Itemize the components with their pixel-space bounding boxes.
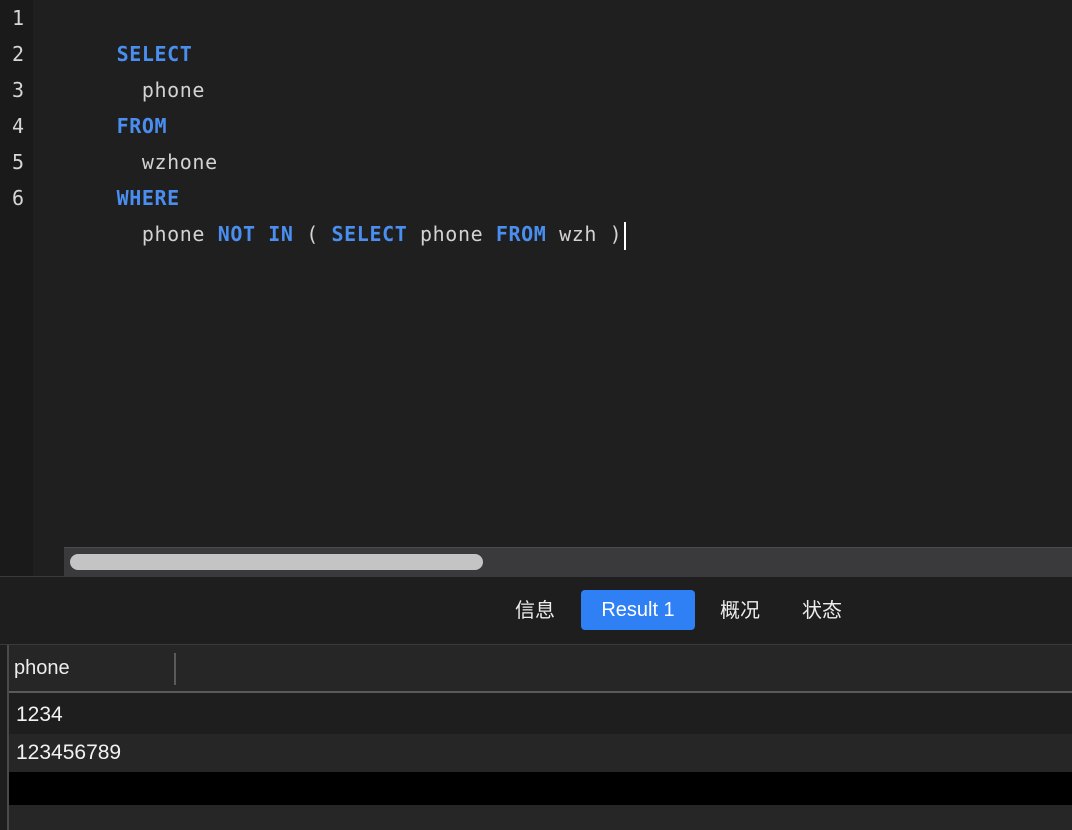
line-number-gutter: 1 2 3 4 5 6 — [0, 0, 33, 576]
empty-row — [9, 805, 1072, 830]
line-number: 1 — [12, 6, 25, 30]
tab-info[interactable]: 信息 — [503, 590, 567, 630]
code-line-6[interactable]: phone NOT IN ( SELECT phone FROM wzh ) — [66, 180, 627, 250]
empty-row[interactable] — [9, 772, 1072, 805]
sql-identifier: wzh ) — [546, 222, 623, 246]
column-resize-handle[interactable] — [174, 653, 176, 685]
sql-keyword: SELECT — [331, 222, 408, 246]
horizontal-scrollbar[interactable] — [64, 547, 1072, 576]
code-line-4[interactable]: wzhone — [66, 108, 218, 174]
sql-keyword: NOT IN — [217, 222, 294, 246]
sql-editor[interactable]: 1 2 3 4 5 6 SELECT phone FROM wzhone WHE… — [0, 0, 1072, 576]
code-line-2[interactable]: phone — [66, 36, 205, 102]
line-number: 5 — [12, 150, 25, 174]
code-line-1[interactable]: SELECT — [66, 0, 192, 66]
tab-status[interactable]: 状态 — [790, 590, 854, 630]
table-row[interactable]: 123456789 — [9, 734, 1072, 772]
code-line-3[interactable]: FROM — [66, 72, 167, 138]
result-tab-bar: 信息 Result 1 概况 状态 — [0, 576, 1072, 644]
sql-identifier: phone — [116, 222, 218, 246]
scrollbar-thumb[interactable] — [70, 554, 483, 570]
column-header-phone[interactable]: phone — [14, 645, 70, 693]
result-grid[interactable]: phone 1234 123456789 — [0, 644, 1072, 830]
grid-header: phone — [9, 645, 1072, 693]
text-caret — [624, 221, 627, 250]
line-number: 3 — [12, 78, 25, 102]
sql-identifier: ( — [293, 222, 332, 246]
table-row[interactable]: 1234 — [9, 696, 1072, 734]
sql-identifier: phone — [407, 222, 496, 246]
line-number: 2 — [12, 42, 25, 66]
tab-result-1[interactable]: Result 1 — [581, 590, 695, 630]
line-number: 4 — [12, 114, 25, 138]
code-line-5[interactable]: WHERE — [66, 144, 180, 210]
tab-overview[interactable]: 概况 — [708, 590, 772, 630]
sql-keyword: FROM — [495, 222, 547, 246]
line-number: 6 — [12, 186, 25, 210]
